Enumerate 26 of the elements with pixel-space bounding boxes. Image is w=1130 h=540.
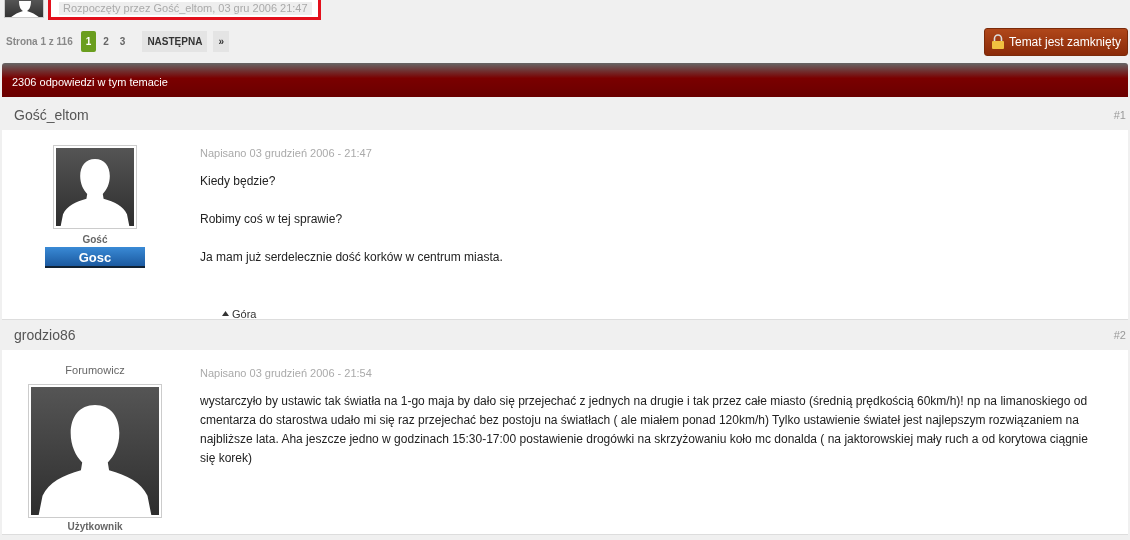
back-to-top-link[interactable]: Góra xyxy=(222,305,257,338)
locked-topic-button[interactable]: Temat jest zamknięty xyxy=(983,27,1128,56)
member-group: Gość xyxy=(82,232,108,247)
post-date: Napisano 03 grudzień 2006 - 21:47 xyxy=(200,146,373,161)
author-name[interactable]: Gość_eltom xyxy=(14,104,89,126)
post-text: Kiedy będzie? xyxy=(200,172,277,190)
avatar-icon xyxy=(53,145,137,229)
replies-count-bar: 2306 odpowiedzi w tym temacie xyxy=(2,63,1128,97)
last-page-button[interactable]: » xyxy=(213,31,229,52)
next-page-button[interactable]: NASTĘPNA xyxy=(142,31,208,52)
post-text: wystarczyło by ustawic tak światła na 1-go maja by dało się przejechać z jednych na drugie i tak przez całe miasto (średnią prędkością 60km/h)! np na limanoskiego od cmentarza do starostwa udało mi się raz przejechać bez postoju na światłach ( ale miałem ponad 120km/h) Tylko ustawienie świateł jest najlepszym rozwiązaniem na najbliższe lata. Aha jeszcze jedno w godzinach 15:30-17:00 postawienie drogówki na skrzyżowaniu koło mc donalda ( na jaktorowskiej mały ruch a od korytowa ciągnie się korek) xyxy=(200,392,1089,467)
topic-meta: Rozpoczęty przez Gość_eltom, 03 gru 2006 21:47 xyxy=(59,2,312,15)
padlock-icon xyxy=(990,34,1005,49)
group-badge: Gosc xyxy=(45,247,145,268)
post-text: Ja mam już serdelecznie dość korków w centrum miasta. xyxy=(200,248,504,266)
up-arrow-icon xyxy=(222,311,229,317)
member-group: Użytkownik xyxy=(67,518,123,534)
avatar-icon xyxy=(4,0,44,18)
page-label: Strona 1 z 116 xyxy=(6,35,73,49)
author-name[interactable]: grodzio86 xyxy=(14,324,76,346)
post-date: Napisano 03 grudzień 2006 - 21:54 xyxy=(200,366,373,381)
rank-title: Forumowicz xyxy=(65,363,125,378)
post-text: Robimy coś w tej sprawie? xyxy=(200,210,344,228)
page-link[interactable]: 2 xyxy=(99,31,113,52)
page-link[interactable]: 3 xyxy=(115,31,130,52)
avatar-icon xyxy=(28,383,162,518)
